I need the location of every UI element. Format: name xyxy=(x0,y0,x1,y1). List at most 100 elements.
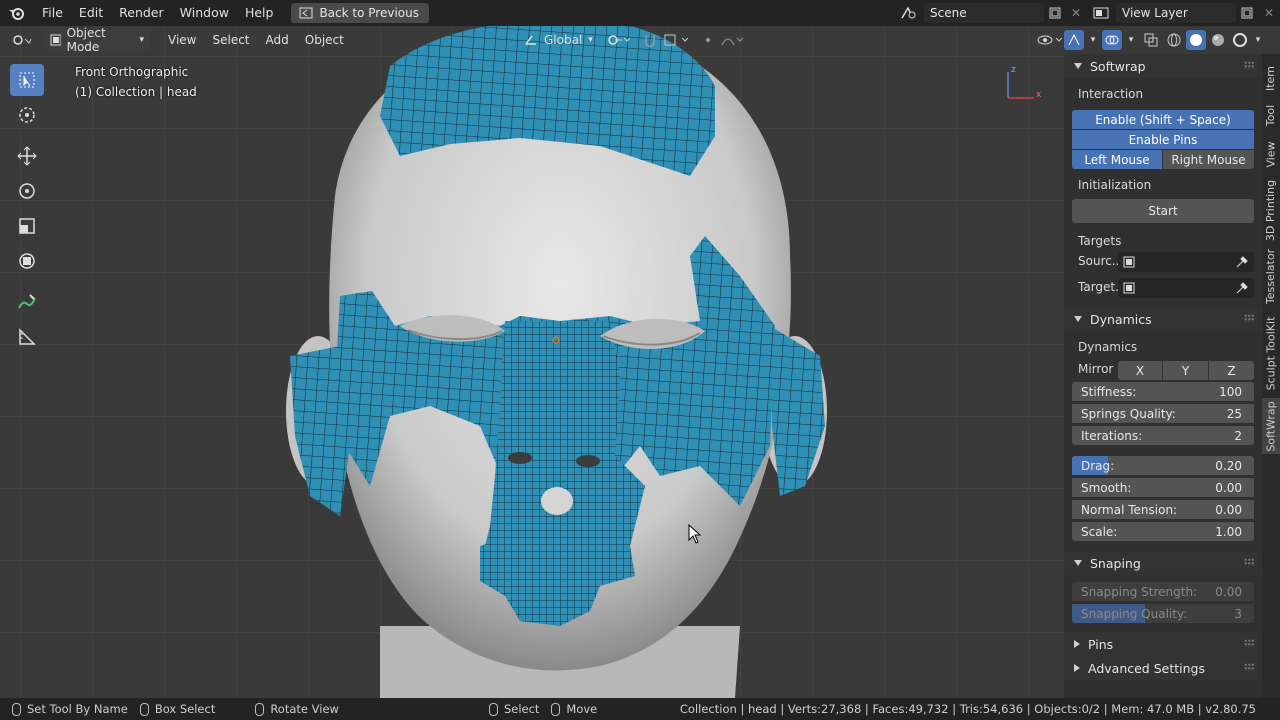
chevron-down-icon[interactable]: ▾ xyxy=(1086,35,1100,45)
material-shading-icon[interactable] xyxy=(1208,33,1228,47)
drag-slider[interactable]: Drag: 0.20 xyxy=(1072,456,1254,475)
tab-item-label: Item xyxy=(1264,65,1278,91)
crosshair-cursor-icon xyxy=(19,107,35,123)
menu-render[interactable]: Render xyxy=(111,0,172,26)
rendered-shading-icon[interactable] xyxy=(1230,33,1250,47)
blender-logo-icon[interactable] xyxy=(0,0,34,26)
menu-add[interactable]: Add xyxy=(260,29,295,51)
new-scene-icon[interactable] xyxy=(1044,7,1066,19)
drag-grip-icon[interactable] xyxy=(1244,61,1254,69)
mirror-x-toggle[interactable]: X xyxy=(1118,361,1162,380)
menu-window[interactable]: Window xyxy=(172,0,237,26)
select-box-tool[interactable] xyxy=(10,64,44,96)
viewport-info: Front Orthographic (1) Collection | head xyxy=(75,62,197,102)
tab-tesselator[interactable]: Tesselator xyxy=(1262,248,1280,304)
pins-panel-header[interactable]: Pins xyxy=(1064,632,1262,656)
tab-view[interactable]: View xyxy=(1262,134,1280,174)
drag-grip-icon[interactable] xyxy=(1244,663,1254,671)
enable-softwrap-button[interactable]: Enable (Shift + Space) xyxy=(1072,110,1254,129)
wireframe-shading-icon[interactable] xyxy=(1164,33,1184,47)
advanced-settings-panel-header[interactable]: Advanced Settings xyxy=(1064,656,1262,680)
active-collection: (1) Collection | head xyxy=(75,85,197,99)
measure-tool[interactable] xyxy=(10,321,44,353)
status-select-label: Select xyxy=(503,702,540,716)
gizmo-toggle-icon[interactable] xyxy=(1064,30,1084,50)
rotate-icon xyxy=(19,183,35,199)
axis-gizmo[interactable]: z x xyxy=(1000,62,1050,102)
snapping-quality-value: 3 xyxy=(1234,606,1242,621)
springs-quality-label: Springs Quality: xyxy=(1081,406,1176,421)
normal-tension-value: 0.00 xyxy=(1215,502,1242,517)
editor-type-icon[interactable] xyxy=(0,29,44,51)
scale-value: 1.00 xyxy=(1215,524,1242,539)
dynamics-panel-header[interactable]: Dynamics xyxy=(1064,307,1262,331)
softwrap-panel-header[interactable]: Softwrap xyxy=(1064,54,1262,78)
scene-type-icon[interactable] xyxy=(894,6,924,20)
3d-viewport[interactable]: z x xyxy=(0,26,1064,698)
new-view-layer-icon[interactable] xyxy=(1236,7,1258,19)
eyedropper-icon[interactable] xyxy=(1235,281,1249,295)
springs-quality-field[interactable]: Springs Quality: 25 xyxy=(1072,404,1254,423)
transform-orientation-dropdown[interactable]: Global ▾ xyxy=(518,29,599,51)
mouse-drag-icon xyxy=(139,702,149,716)
cursor-tool[interactable] xyxy=(10,99,44,131)
back-to-previous-button[interactable]: Back to Previous xyxy=(291,3,429,23)
menu-help[interactable]: Help xyxy=(237,0,282,26)
tab-softwrap[interactable]: SoftWrap xyxy=(1262,398,1280,454)
scale-slider[interactable]: Scale: 1.00 xyxy=(1072,522,1254,541)
eyedropper-icon[interactable] xyxy=(1235,255,1249,269)
scale-tool[interactable] xyxy=(10,210,44,242)
scene-name-field[interactable]: Scene xyxy=(924,3,1044,23)
solid-shading-icon[interactable] xyxy=(1186,30,1206,50)
object-icon xyxy=(1123,282,1135,294)
transform-tool[interactable] xyxy=(10,245,44,277)
source-object-field[interactable] xyxy=(1118,252,1254,272)
close-view-layer-icon[interactable]: ✕ xyxy=(1258,6,1280,20)
menu-edit[interactable]: Edit xyxy=(71,0,111,26)
menu-file[interactable]: File xyxy=(34,0,71,26)
smooth-slider[interactable]: Smooth: 0.00 xyxy=(1072,478,1254,497)
iterations-field[interactable]: Iterations: 2 xyxy=(1072,426,1254,445)
right-mouse-button[interactable]: Right Mouse xyxy=(1163,150,1254,169)
xray-toggle-icon[interactable] xyxy=(1140,33,1162,47)
expand-triangle-icon xyxy=(1074,640,1080,648)
close-scene-icon[interactable]: ✕ xyxy=(1066,6,1086,20)
transform-icon xyxy=(19,253,35,269)
drag-grip-icon[interactable] xyxy=(1244,639,1254,647)
menu-select[interactable]: Select xyxy=(206,29,255,51)
object-mode-dropdown[interactable]: Object Mode ▾ xyxy=(44,26,150,54)
overlay-toggle-icon[interactable] xyxy=(1102,30,1122,50)
start-button[interactable]: Start xyxy=(1072,199,1254,223)
move-arrows-icon xyxy=(17,146,37,166)
mirror-z-toggle[interactable]: Z xyxy=(1209,361,1254,380)
normal-tension-slider[interactable]: Normal Tension: 0.00 xyxy=(1072,500,1254,519)
enable-pins-button[interactable]: Enable Pins xyxy=(1072,130,1254,149)
move-tool[interactable] xyxy=(10,140,44,172)
chevron-down-icon: ▾ xyxy=(139,35,144,45)
rotate-tool[interactable] xyxy=(10,175,44,207)
object-icon xyxy=(1123,256,1135,268)
tab-sculpt-toolkit[interactable]: Sculpt ToolKit xyxy=(1262,314,1280,392)
view-layer-icon[interactable] xyxy=(1086,7,1116,19)
target-object-field[interactable] xyxy=(1118,278,1254,298)
snap-target-icon[interactable] xyxy=(656,29,698,51)
mirror-y-toggle[interactable]: Y xyxy=(1163,361,1208,380)
proportional-edit-icon[interactable] xyxy=(694,29,750,51)
tab-item[interactable]: Item xyxy=(1262,58,1280,98)
annotate-tool[interactable] xyxy=(10,286,44,318)
tab-3d-printing[interactable]: 3D Printing xyxy=(1262,178,1280,242)
chevron-down-icon[interactable]: ▾ xyxy=(1124,35,1138,45)
view-layer-field[interactable]: View Layer xyxy=(1116,3,1236,23)
tab-tool[interactable]: Tool xyxy=(1262,100,1280,130)
menu-view[interactable]: View xyxy=(162,29,202,51)
stiffness-field[interactable]: Stiffness: 100 xyxy=(1072,382,1254,401)
chevron-down-icon[interactable]: ▾ xyxy=(1252,35,1264,45)
mouse-drag-icon xyxy=(551,702,561,716)
pivot-link-icon[interactable] xyxy=(600,29,638,51)
drag-grip-icon[interactable] xyxy=(1244,558,1254,566)
menu-object[interactable]: Object xyxy=(299,29,350,51)
left-mouse-button[interactable]: Left Mouse xyxy=(1072,150,1162,169)
status-box-select: Box Select xyxy=(139,702,215,716)
snaping-panel-header[interactable]: Snaping xyxy=(1064,551,1262,575)
drag-grip-icon[interactable] xyxy=(1244,314,1254,322)
